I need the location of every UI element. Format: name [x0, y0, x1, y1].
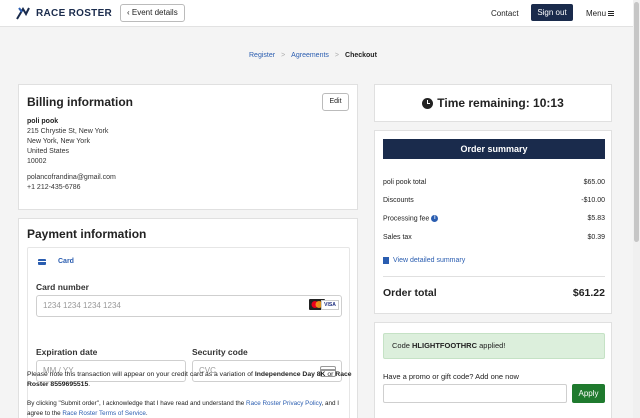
breadcrumb: Register > Agreements > Checkout	[249, 52, 377, 59]
summary-row-label: Discounts	[383, 197, 414, 204]
promo-code: HLIGHTFOOTHRC	[412, 341, 478, 350]
billing-email: polancofrandina@gmail.com	[27, 174, 116, 181]
view-detailed-summary-label: View detailed summary	[393, 257, 466, 264]
top-header: RACE ROSTER ‹ Event details Contact Sign…	[0, 0, 640, 27]
summary-row-label: poli pook total	[383, 179, 427, 186]
summary-row-label: Processing fee	[383, 215, 430, 223]
document-icon	[383, 257, 389, 264]
race-roster-logo-icon	[16, 7, 30, 20]
promo-code-input[interactable]	[383, 384, 567, 403]
summary-row: Processing fee i $5.83	[383, 215, 605, 222]
promo-card: Code HLIGHTFOOTHRC applied! Have a promo…	[374, 322, 612, 418]
note-or: or	[325, 371, 336, 378]
order-total-label: Order total	[383, 287, 437, 299]
logo-text: RACE ROSTER	[36, 7, 113, 19]
time-remaining: Time remaining: 10:13	[375, 96, 611, 110]
order-total-value: $61.22	[572, 287, 605, 299]
event-details-label: Event details	[131, 8, 178, 17]
summary-row-value: $5.83	[587, 215, 605, 222]
billing-title: Billing information	[27, 95, 133, 109]
info-icon[interactable]: i	[431, 215, 439, 222]
summary-divider	[383, 276, 605, 277]
note-suffix: .	[88, 381, 91, 388]
payment-card: Payment information Card Card number 123…	[18, 218, 358, 418]
hamburger-icon	[608, 11, 615, 16]
breadcrumb-agreements[interactable]: Agreements	[291, 52, 329, 59]
terms-of-service-link[interactable]: Race Roster Terms of Service	[62, 410, 146, 417]
expiration-label: Expiration date	[36, 347, 98, 357]
summary-row-value: $0.39	[587, 234, 605, 241]
breadcrumb-separator: >	[334, 52, 340, 59]
card-tab-label: Card	[58, 258, 74, 265]
billing-name: poli pook	[27, 118, 59, 125]
event-details-button[interactable]: ‹ Event details	[120, 4, 185, 22]
privacy-policy-link[interactable]: Race Roster Privacy Policy	[246, 400, 321, 407]
summary-row-label: Sales tax	[383, 234, 412, 241]
contact-link[interactable]: Contact	[491, 9, 519, 18]
card-payment-panel: Card Card number 1234 1234 1234 1234 VIS…	[27, 247, 350, 418]
billing-address-line: 215 Chrystie St, New York	[27, 128, 109, 135]
card-tab[interactable]: Card	[38, 258, 74, 265]
summary-row-value: -$10.00	[581, 197, 605, 204]
summary-row: Sales tax $0.39	[383, 234, 605, 241]
promo-applied-banner: Code HLIGHTFOOTHRC applied!	[383, 333, 605, 359]
summary-row: poli pook total $65.00	[383, 179, 605, 186]
time-remaining-card: Time remaining: 10:13	[374, 84, 612, 122]
summary-row-value: $65.00	[583, 179, 605, 186]
promo-applied-suffix: applied!	[477, 341, 506, 350]
page-scrollbar[interactable]	[633, 0, 640, 418]
billing-address-line: 10002	[27, 158, 47, 165]
note-prefix: Please note this transaction will appear…	[27, 371, 255, 378]
sign-out-button[interactable]: Sign out	[531, 4, 573, 21]
credit-card-icon	[38, 258, 46, 265]
breadcrumb-separator: >	[281, 52, 286, 59]
clock-icon	[422, 97, 434, 109]
summary-row: Discounts -$10.00	[383, 197, 605, 204]
security-code-label: Security code	[192, 347, 248, 357]
card-number-label: Card number	[36, 282, 89, 292]
card-number-input[interactable]: 1234 1234 1234 1234	[36, 295, 342, 317]
menu-button[interactable]: Menu	[586, 9, 615, 18]
note-event-name: Independence Day 8K	[254, 371, 326, 378]
promo-applied-prefix: Code	[392, 341, 413, 350]
payment-title: Payment information	[27, 227, 147, 241]
billing-address-line: United States	[27, 148, 70, 155]
billing-address-line: New York, New York	[27, 138, 91, 145]
scrollbar-thumb[interactable]	[634, 2, 639, 242]
terms-note: By clicking "Submit order", I acknowledg…	[27, 399, 355, 418]
race-roster-logo[interactable]: RACE ROSTER	[16, 6, 112, 20]
order-total: Order total $61.22	[383, 287, 605, 299]
terms-prefix: By clicking "Submit order", I acknowledg…	[27, 400, 247, 407]
billing-phone: +1 212-435-6786	[27, 184, 81, 191]
menu-label: Menu	[586, 9, 607, 18]
visa-icon: VISA	[321, 300, 339, 310]
order-summary-card: Order summary poli pook total $65.00 Dis…	[374, 130, 612, 314]
promo-prompt: Have a promo or gift code? Add one now	[383, 372, 519, 381]
billing-card: Billing information Edit poli pook 215 C…	[18, 84, 358, 210]
breadcrumb-register[interactable]: Register	[249, 52, 275, 59]
view-detailed-summary-link[interactable]: View detailed summary	[383, 257, 465, 264]
order-summary-title: Order summary	[383, 139, 605, 159]
time-remaining-label: Time remaining: 10:13	[437, 96, 564, 110]
terms-suffix: .	[145, 409, 148, 417]
breadcrumb-checkout: Checkout	[345, 52, 377, 59]
processing-fee-label-group: Processing fee i	[383, 215, 439, 223]
apply-promo-button[interactable]: Apply	[572, 384, 605, 403]
statement-note: Please note this transaction will appear…	[27, 370, 355, 390]
edit-billing-button[interactable]: Edit	[322, 93, 349, 111]
